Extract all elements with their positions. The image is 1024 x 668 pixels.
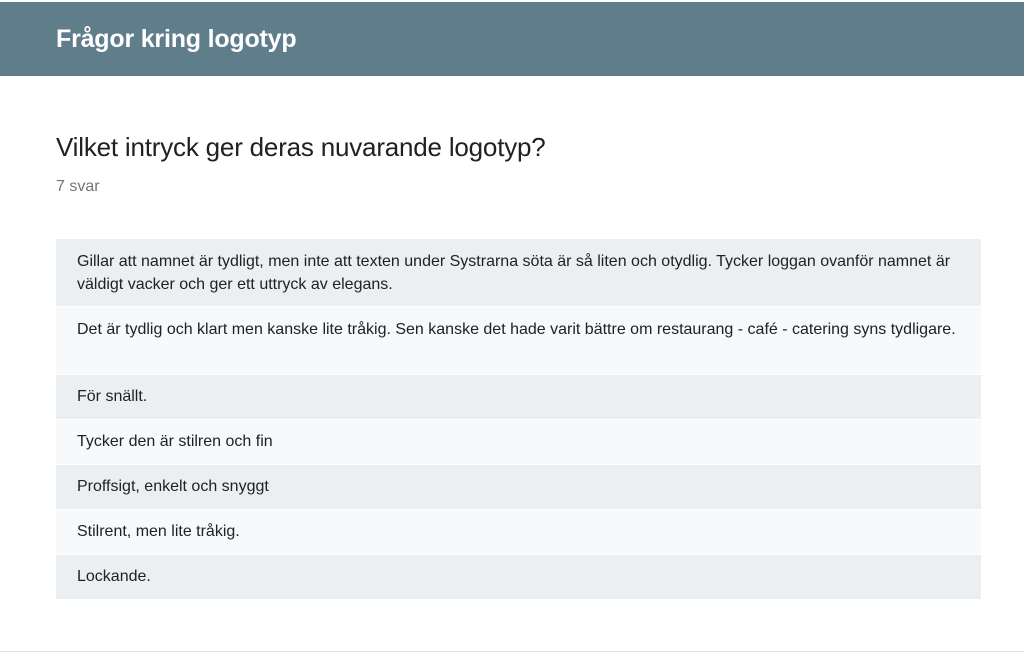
form-title: Frågor kring logotyp <box>56 24 297 53</box>
response-item: Gillar att namnet är tydligt, men inte a… <box>56 239 981 306</box>
response-item: För snällt. <box>56 375 981 419</box>
form-header: Frågor kring logotyp <box>0 2 1024 76</box>
response-item: Lockande. <box>56 555 981 599</box>
response-list: Gillar att namnet är tydligt, men inte a… <box>56 239 981 600</box>
response-item: Stilrent, men lite tråkig. <box>56 510 981 554</box>
divider <box>0 651 1024 652</box>
form-response-page: Frågor kring logotyp Vilket intryck ger … <box>0 0 1024 668</box>
response-item: Tycker den är stilren och fin <box>56 420 981 464</box>
response-item: Proffsigt, enkelt och snyggt <box>56 465 981 509</box>
response-count: 7 svar <box>56 178 100 195</box>
response-item: Det är tydlig och klart men kanske lite … <box>56 307 981 374</box>
question-title: Vilket intryck ger deras nuvarande logot… <box>56 132 546 162</box>
